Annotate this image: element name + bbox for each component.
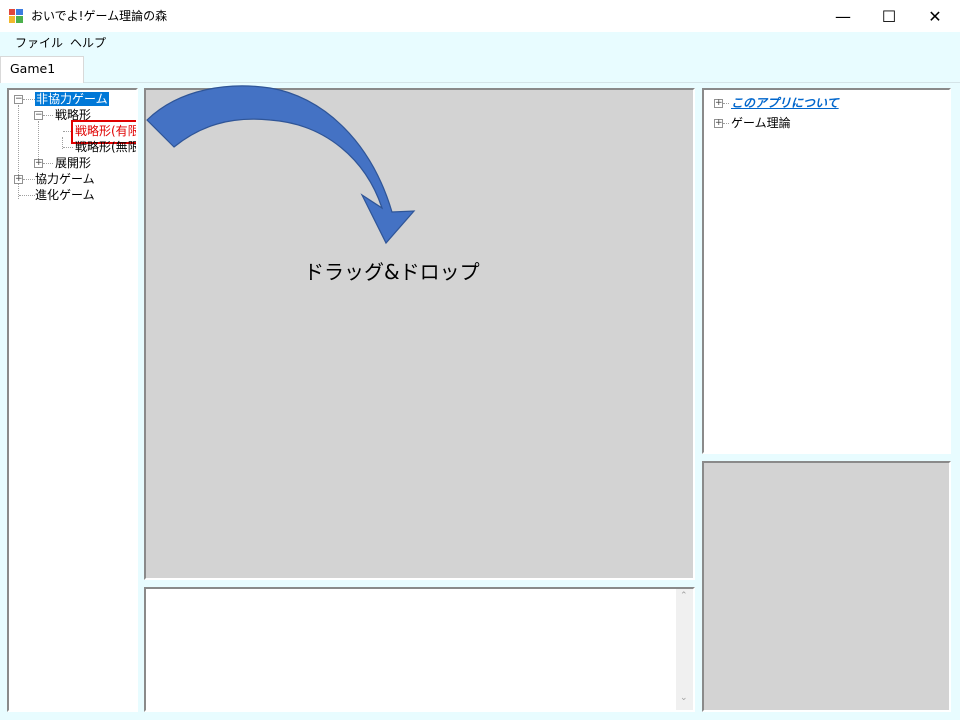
curved-arrow-icon <box>146 85 416 245</box>
drag-arrow-overlay <box>146 85 416 245</box>
drag-drop-label: ドラッグ&ドロップ <box>304 260 480 284</box>
